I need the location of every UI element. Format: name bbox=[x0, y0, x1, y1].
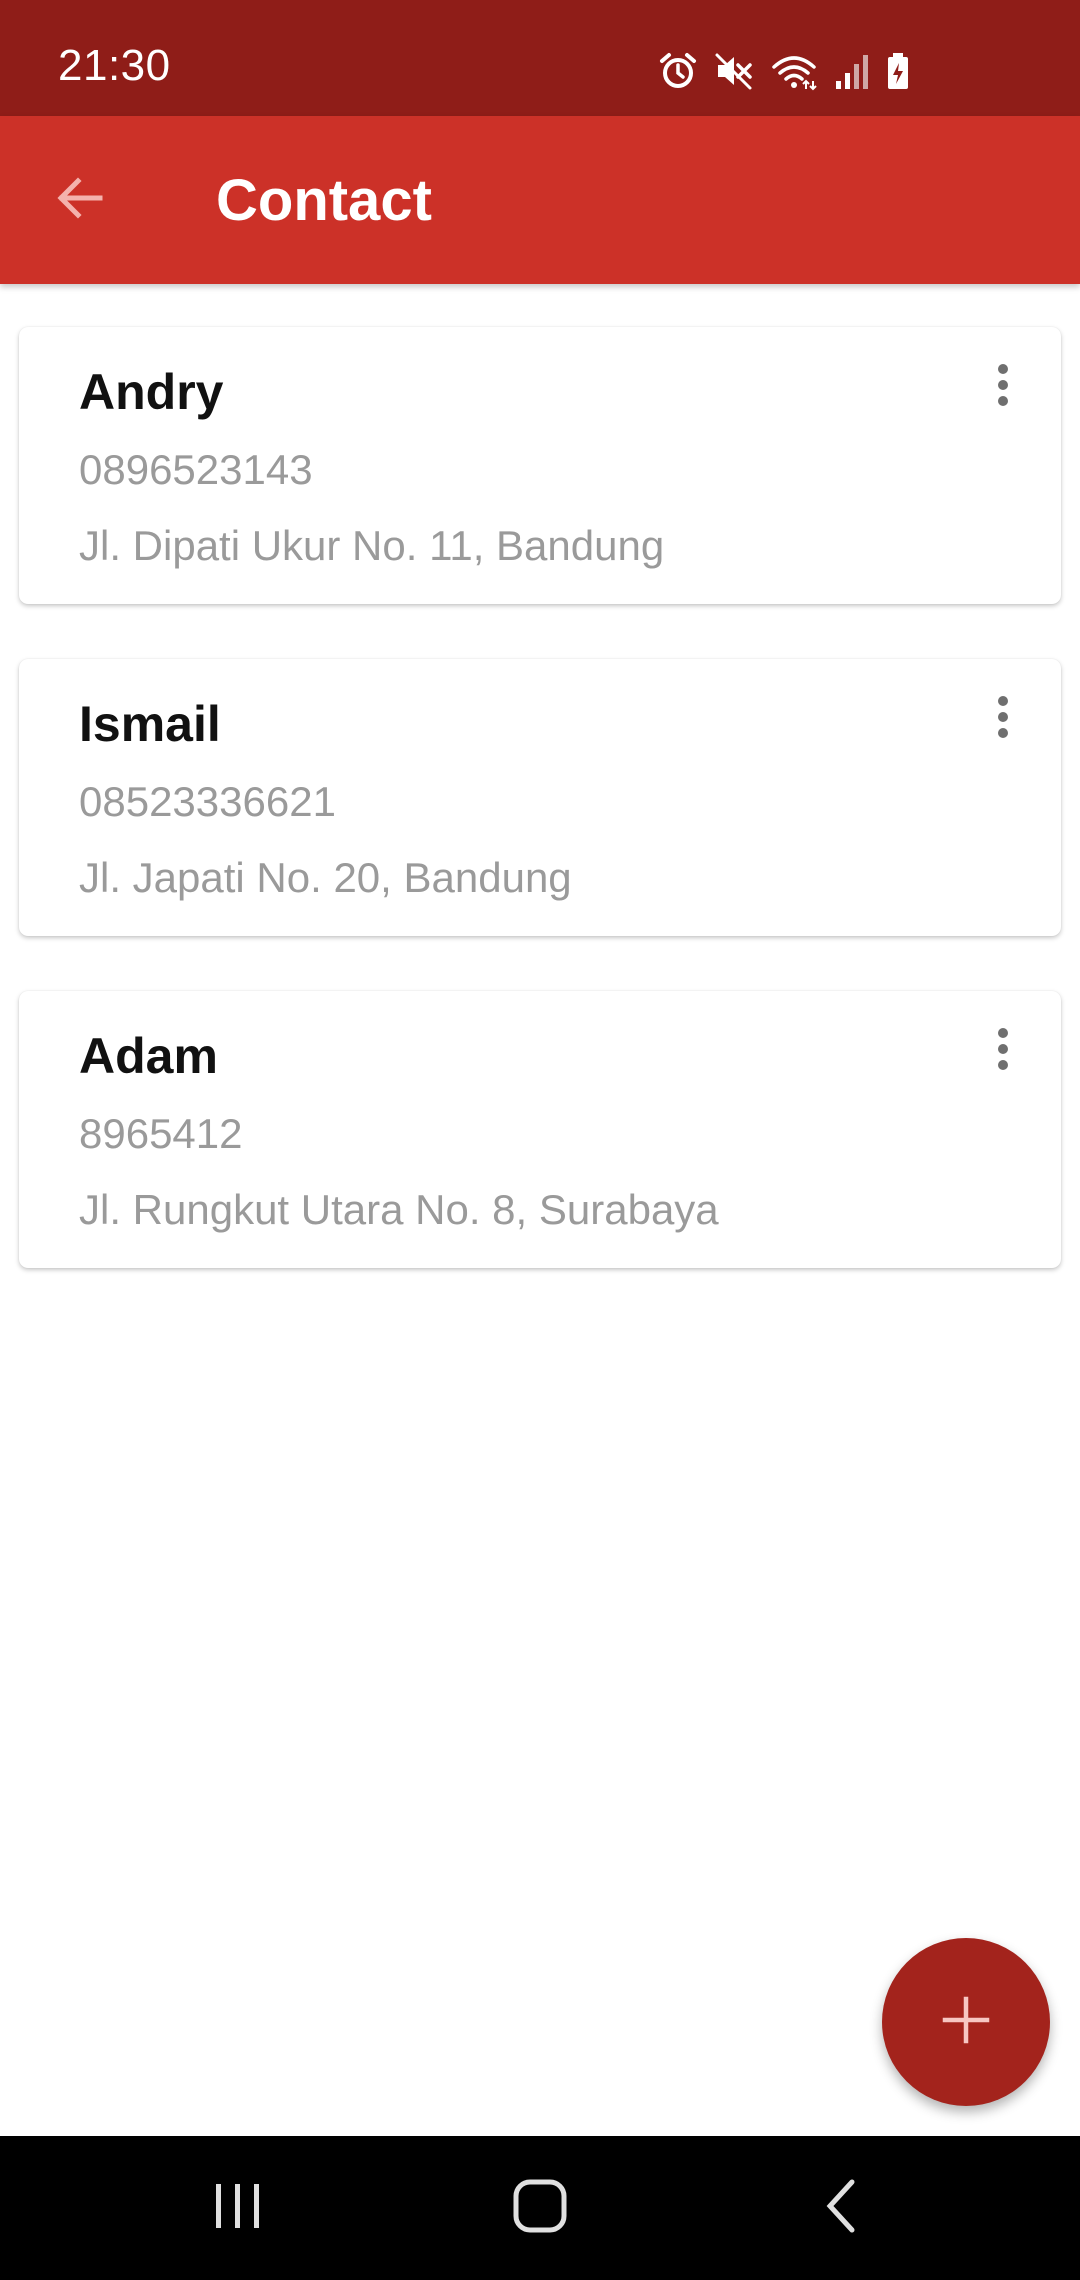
arrow-back-icon bbox=[52, 170, 108, 231]
more-vert-icon bbox=[995, 1025, 1011, 1078]
more-vert-icon bbox=[995, 361, 1011, 414]
status-icons bbox=[658, 48, 910, 94]
contact-address: Jl. Dipati Ukur No. 11, Bandung bbox=[79, 522, 665, 569]
more-options-button[interactable] bbox=[973, 355, 1033, 419]
status-bar: 21:30 bbox=[0, 0, 1080, 116]
system-nav-bar bbox=[0, 2136, 1080, 2280]
contact-card[interactable]: Andry 0896523143 Jl. Dipati Ukur No. 11,… bbox=[19, 327, 1061, 604]
recent-apps-button[interactable] bbox=[178, 2166, 298, 2250]
contact-name: Ismail bbox=[79, 696, 221, 752]
page-title: Contact bbox=[216, 168, 432, 233]
battery-charging-icon bbox=[886, 51, 910, 91]
home-button[interactable] bbox=[480, 2166, 600, 2250]
nav-back-button[interactable] bbox=[782, 2166, 902, 2250]
contact-phone: 8965412 bbox=[79, 1110, 243, 1157]
plus-icon bbox=[941, 1995, 991, 2050]
contact-card[interactable]: Ismail 08523336621 Jl. Japati No. 20, Ba… bbox=[19, 659, 1061, 936]
contact-phone: 08523336621 bbox=[79, 778, 336, 825]
contact-name: Adam bbox=[79, 1028, 218, 1084]
contact-phone: 0896523143 bbox=[79, 446, 313, 493]
add-contact-button[interactable] bbox=[882, 1938, 1050, 2106]
more-options-button[interactable] bbox=[973, 1019, 1033, 1083]
wifi-icon bbox=[770, 51, 818, 91]
contact-card[interactable]: Adam 8965412 Jl. Rungkut Utara No. 8, Su… bbox=[19, 991, 1061, 1268]
more-vert-icon bbox=[995, 693, 1011, 746]
contact-address: Jl. Japati No. 20, Bandung bbox=[79, 854, 572, 901]
contact-name: Andry bbox=[79, 364, 224, 420]
status-time: 21:30 bbox=[58, 41, 171, 90]
more-options-button[interactable] bbox=[973, 687, 1033, 751]
mute-icon bbox=[714, 51, 754, 91]
signal-icon bbox=[834, 51, 870, 91]
back-button[interactable] bbox=[40, 160, 120, 240]
contact-address: Jl. Rungkut Utara No. 8, Surabaya bbox=[79, 1186, 719, 1233]
recent-apps-icon bbox=[212, 2180, 264, 2237]
app-bar: Contact bbox=[0, 116, 1080, 284]
home-icon bbox=[512, 2178, 568, 2239]
alarm-icon bbox=[658, 51, 698, 91]
back-icon bbox=[822, 2178, 862, 2239]
